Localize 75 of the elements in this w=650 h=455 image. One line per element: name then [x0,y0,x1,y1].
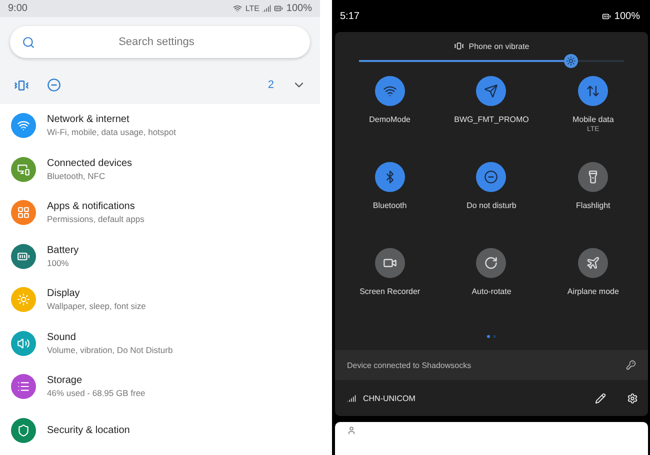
status-time: 9:00 [8,3,28,14]
vpn-notice: Device connected to Shadowsocks [347,360,472,370]
page-dot[interactable] [493,334,496,338]
tile-toggle[interactable] [578,162,608,192]
tile-label: Bluetooth [372,201,407,210]
tile-label: Airplane mode [567,287,619,296]
tile-label: Mobile data [572,115,614,124]
wifi-icon [233,4,242,13]
vibrate-icon[interactable] [14,78,29,92]
item-subtitle: Wallpaper, sleep, font size [47,301,146,312]
tile-label: Flashlight [576,201,610,210]
vpn-bar[interactable]: Device connected to Shadowsocks [335,350,648,380]
condition-count: 2 [268,79,274,91]
item-title: Apps & notifications [47,201,136,212]
settings-item[interactable]: Connected devices Bluetooth, NFC [0,148,320,191]
tile-toggle[interactable] [476,162,506,192]
tile-label: DemoMode [369,115,410,124]
status-time: 5:17 [340,10,360,22]
signal-icon [347,394,356,402]
tile-toggle[interactable] [374,162,405,192]
tile-toggle[interactable] [578,76,608,106]
tile-toggle[interactable] [476,248,506,278]
settings-item[interactable]: Battery 100% [0,234,320,278]
wifi-icon [382,84,397,98]
settings-item[interactable]: Storage 46% used - 68.95 GB free [0,365,320,408]
rotate-icon [484,256,498,270]
key-icon [626,360,636,370]
person-icon [347,426,356,435]
settings-button[interactable] [627,392,638,404]
tile-label: Do not disturb [466,201,516,210]
tile-label: Auto-rotate [472,287,512,296]
video-camera-icon [382,256,397,270]
item-title: Storage [47,375,84,386]
item-title: Sound [47,332,77,343]
minus-circle-icon [484,170,498,184]
item-title: Security & location [47,424,130,436]
tile-toggle[interactable] [374,248,405,278]
page-dot[interactable] [487,334,490,338]
network-type: LTE [245,4,260,13]
do-not-disturb-icon[interactable] [47,78,61,92]
settings-item[interactable]: Apps & notifications Permissions, default apps [0,191,320,234]
airplane-icon [586,256,600,270]
tile-toggle[interactable] [578,248,608,278]
item-subtitle: Wi-Fi, mobile, data usage, hotspot [47,127,176,138]
item-subtitle: 46% used - 68.95 GB free [47,388,146,398]
item-title: Display [47,288,81,300]
battery-icon [602,12,612,20]
arrows-icon [586,84,600,98]
item-title: Connected devices [47,158,132,169]
search-icon [22,36,35,48]
search-field[interactable]: Search settings [10,26,310,58]
settings-item[interactable]: Network & internet Wi-Fi, mobile, data usage, hotspot [0,104,320,148]
item-subtitle: 100% [47,258,70,268]
ringer-status: Phone on vibrate [468,42,530,50]
brightness-thumb[interactable] [564,54,578,68]
carrier-name: CHN-UNICOM [363,394,416,402]
item-title: Network & internet [47,114,130,126]
tile-label: Screen Recorder [360,287,420,296]
signal-icon [262,4,272,13]
battery-level: 100% [614,10,640,22]
item-subtitle: Bluetooth, NFC [47,170,106,181]
item-subtitle: Volume, vibration, Do Not Disturb [47,344,173,355]
item-subtitle: Permissions, default apps [47,214,144,224]
settings-item[interactable]: Sound Volume, vibration, Do Not Disturb [0,322,320,365]
send-icon [484,84,498,98]
vibrate-icon [454,41,464,51]
tile-toggle[interactable] [374,76,405,106]
tile-label: BWG_FMT_PROMO [454,115,529,124]
settings-item[interactable]: Security & location [0,408,320,452]
battery-level: 100% [286,3,312,14]
edit-button[interactable] [595,392,606,404]
battery-icon [274,4,284,13]
tile-toggle[interactable] [476,76,506,106]
settings-item[interactable]: Display Wallpaper, sleep, font size [0,278,320,322]
item-title: Battery [47,244,79,256]
